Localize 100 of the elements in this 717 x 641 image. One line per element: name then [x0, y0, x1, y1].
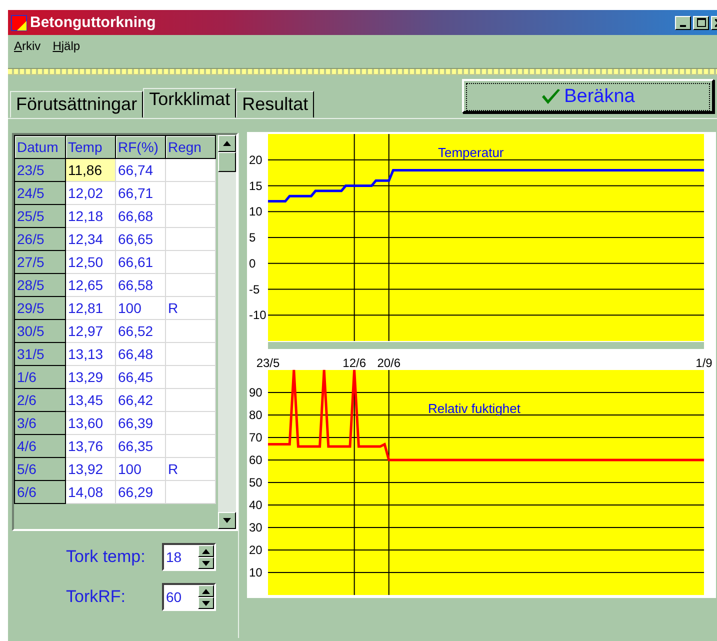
tab[interactable]: Torkklimat: [143, 88, 236, 118]
axis-label: 12/6: [342, 356, 366, 368]
axis-label: 0: [249, 256, 256, 270]
table-cell[interactable]: 13,60: [66, 412, 116, 434]
table-cell[interactable]: 13,92: [66, 458, 116, 480]
calculate-button[interactable]: Beräkna: [462, 79, 714, 113]
table-cell[interactable]: 12,50: [66, 250, 116, 274]
tab[interactable]: Resultat: [236, 91, 314, 118]
field-label: TorkRF:: [66, 587, 126, 607]
row-header[interactable]: 27/5: [14, 250, 66, 274]
axis-label: 70: [249, 430, 262, 444]
axis-label: 10: [249, 566, 262, 580]
table-cell[interactable]: 66,52: [116, 320, 166, 342]
axis-label: 5: [249, 230, 256, 244]
series-label: Relativ fuktighet: [428, 401, 520, 416]
axis-label: 15: [249, 178, 262, 193]
spin-up-button[interactable]: [198, 545, 214, 557]
column-header[interactable]: Datum: [14, 136, 66, 158]
row-header[interactable]: 25/5: [14, 204, 66, 228]
field-label: Tork temp:: [66, 547, 146, 567]
row-header[interactable]: 29/5: [14, 296, 66, 320]
row-header[interactable]: 28/5: [14, 274, 66, 296]
series-label: Temperatur: [438, 145, 504, 160]
table-cell[interactable]: 66,65: [116, 228, 166, 250]
table-cell[interactable]: 66,48: [116, 342, 166, 366]
table-cell[interactable]: 100: [116, 458, 166, 480]
up-arrow-icon: [202, 588, 210, 594]
axis-label: 20: [249, 543, 262, 557]
table-cell[interactable]: 12,97: [66, 320, 116, 342]
row-header[interactable]: 4/6: [14, 434, 66, 458]
table-cell[interactable]: R: [166, 458, 216, 480]
row-header[interactable]: 5/6: [14, 458, 66, 480]
up-arrow-icon: [202, 548, 210, 554]
table-cell[interactable]: 12,02: [66, 182, 116, 204]
column-header[interactable]: RF(%): [116, 136, 166, 158]
up-arrow-icon: [223, 141, 231, 146]
checkmark-icon: [541, 88, 562, 106]
row-header[interactable]: 2/6: [14, 388, 66, 412]
axis-label: 30: [249, 520, 262, 534]
table-cell[interactable]: 66,71: [116, 182, 166, 204]
scroll-down-button[interactable]: [218, 512, 236, 529]
tab[interactable]: Förutsättningar: [10, 91, 144, 118]
table-cell[interactable]: 13,76: [66, 434, 116, 458]
scroll-up-button[interactable]: [218, 135, 236, 152]
table-cell[interactable]: 66,61: [116, 250, 166, 274]
app-icon: [11, 14, 27, 30]
axis-label: 40: [249, 498, 262, 512]
axis-label: 23/5: [256, 356, 280, 368]
row-header[interactable]: 1/6: [14, 366, 66, 388]
table-cell[interactable]: 12,34: [66, 228, 116, 250]
table-cell[interactable]: 66,29: [116, 480, 166, 504]
row-header[interactable]: 3/6: [14, 412, 66, 434]
axis-label: 10: [249, 204, 262, 219]
maximize-button[interactable]: [693, 16, 709, 30]
down-arrow-icon: [202, 600, 210, 606]
spin-box[interactable]: 60: [162, 583, 216, 611]
menu-item[interactable]: Hjälp: [52, 39, 80, 53]
table-cell[interactable]: 13,13: [66, 342, 116, 366]
table-cell[interactable]: 14,08: [66, 480, 116, 504]
table-cell[interactable]: 12,81: [66, 296, 116, 320]
down-arrow-icon: [202, 560, 210, 566]
axis-label: 1/9: [696, 356, 712, 368]
axis-label: 50: [249, 476, 262, 490]
column-header[interactable]: Regn: [166, 136, 216, 158]
axis-label: -10: [249, 308, 266, 322]
table-cell[interactable]: R: [166, 296, 216, 320]
table-cell[interactable]: 66,42: [116, 388, 166, 412]
minimize-button[interactable]: [675, 16, 691, 30]
table-cell[interactable]: 11,86: [66, 158, 116, 182]
scrollbar[interactable]: [218, 135, 236, 529]
row-header[interactable]: 31/5: [14, 342, 66, 366]
scroll-thumb[interactable]: [218, 152, 236, 172]
axis-label: -5: [249, 282, 260, 296]
table-cell[interactable]: 66,45: [116, 366, 166, 388]
column-header[interactable]: Temp: [66, 136, 116, 158]
row-header[interactable]: 30/5: [14, 320, 66, 342]
row-header[interactable]: 23/5: [14, 158, 66, 182]
table-cell[interactable]: 66,74: [116, 158, 166, 182]
table-cell[interactable]: 66,68: [116, 204, 166, 228]
axis-label: 90: [249, 386, 262, 400]
spin-box[interactable]: 18: [162, 543, 216, 571]
spin-up-button[interactable]: [198, 585, 214, 597]
row-header[interactable]: 26/5: [14, 228, 66, 250]
maximize-icon: [696, 18, 706, 26]
table-cell[interactable]: 66,39: [116, 412, 166, 434]
table-cell[interactable]: 66,35: [116, 434, 166, 458]
menu-item[interactable]: Arkiv: [14, 39, 41, 53]
table-cell[interactable]: 13,45: [66, 388, 116, 412]
down-arrow-icon: [223, 518, 231, 523]
spin-down-button[interactable]: [198, 597, 214, 609]
table-cell[interactable]: 13,29: [66, 366, 116, 388]
row-header[interactable]: 6/6: [14, 480, 66, 504]
table-cell[interactable]: 12,18: [66, 204, 116, 228]
axis-label: 60: [249, 453, 262, 467]
minimize-icon: [680, 24, 686, 26]
spin-down-button[interactable]: [198, 557, 214, 569]
table-cell[interactable]: 100: [116, 296, 166, 320]
row-header[interactable]: 24/5: [14, 182, 66, 204]
table-cell[interactable]: 66,58: [116, 274, 166, 296]
table-cell[interactable]: 12,65: [66, 274, 116, 296]
